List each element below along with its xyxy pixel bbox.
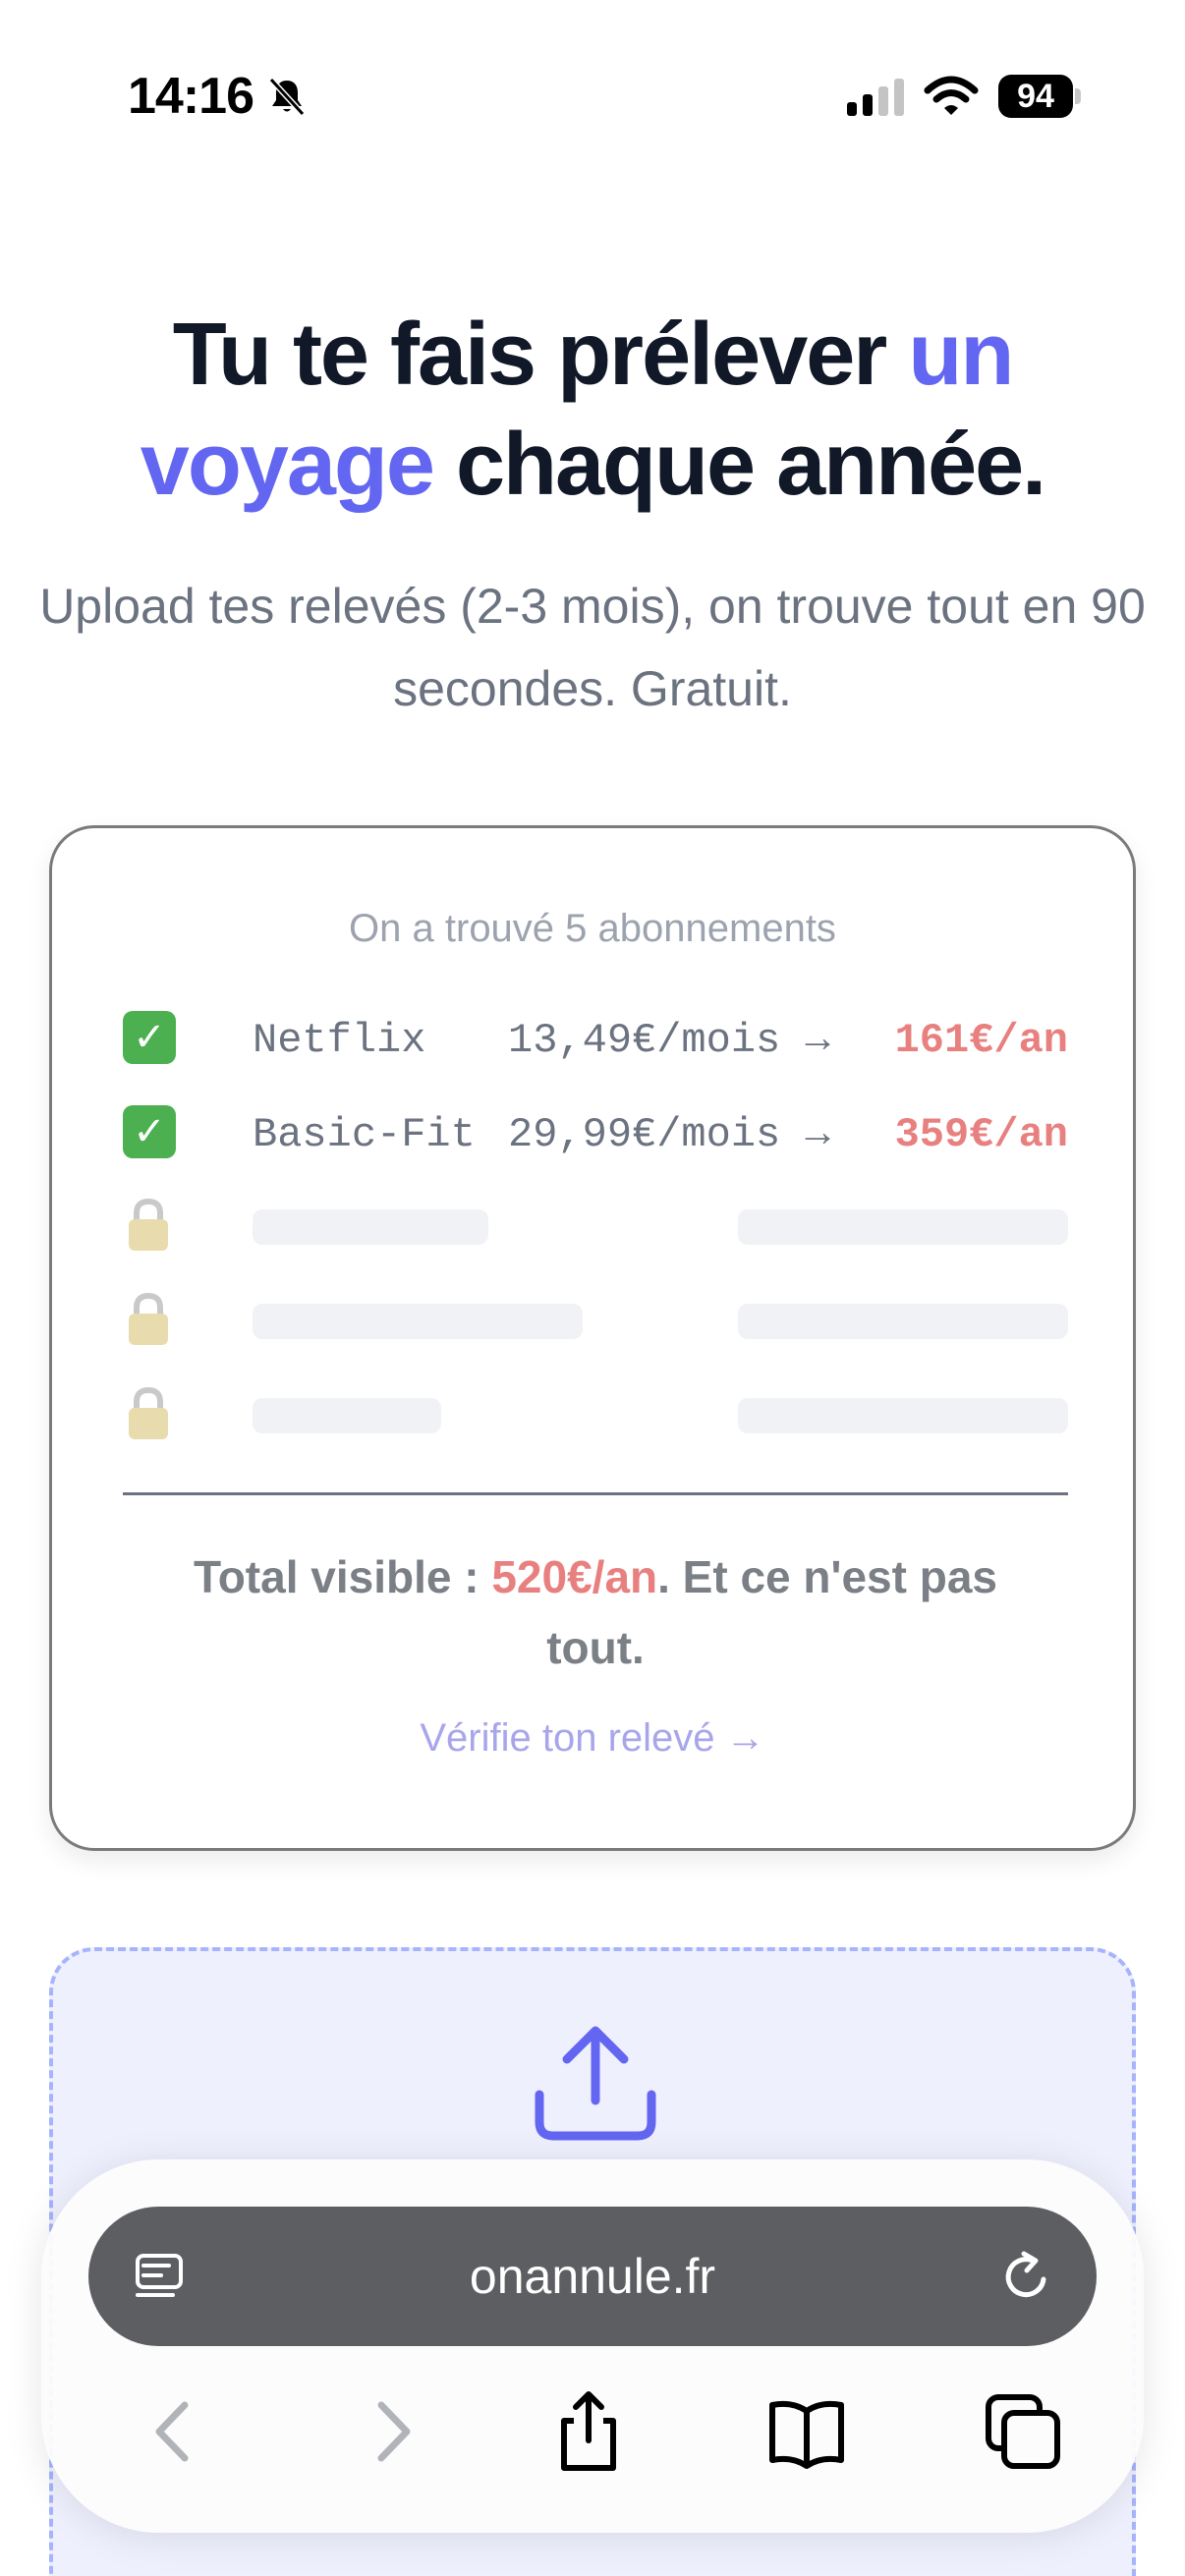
check-icon: ✓ bbox=[123, 1105, 176, 1158]
total-amount: 520€/an bbox=[491, 1551, 658, 1602]
total-text: Total visible : 520€/an. Et ce n'est pas… bbox=[141, 1541, 1050, 1683]
subscriptions-card: On a trouvé 5 abonnements ✓ Netflix 13,4… bbox=[49, 825, 1136, 1851]
service-name: Basic-Fit bbox=[253, 1111, 476, 1158]
yearly-price: 161€/an bbox=[894, 1017, 1068, 1064]
share-icon[interactable] bbox=[544, 2387, 633, 2476]
headline-accent2: voyage bbox=[140, 416, 435, 514]
skeleton-price bbox=[738, 1209, 1068, 1245]
check-icon: ✓ bbox=[123, 1011, 176, 1064]
status-bar: 14:16 94 bbox=[0, 0, 1185, 187]
locked-row bbox=[123, 1198, 1068, 1257]
locked-row bbox=[123, 1386, 1068, 1445]
skeleton-price bbox=[738, 1304, 1068, 1339]
url-text: onannule.fr bbox=[469, 2249, 716, 2304]
yearly-price: 359€/an bbox=[894, 1111, 1068, 1158]
headline-part1: Tu te fais prélever bbox=[172, 306, 909, 404]
hero-headline: Tu te fais prélever un voyage chaque anné… bbox=[59, 300, 1126, 520]
headline-part2: chaque année. bbox=[432, 416, 1046, 514]
subscription-row: ✓ Basic-Fit 29,99€/mois → 359€/an bbox=[123, 1103, 1068, 1162]
skeleton-name bbox=[253, 1398, 441, 1433]
battery-level: 94 bbox=[998, 75, 1073, 118]
page: 14:16 94 Tu te fais prélever un voyage ch… bbox=[0, 0, 1185, 2576]
locked-row bbox=[123, 1292, 1068, 1351]
monthly-price: 29,99€/mois → bbox=[508, 1111, 830, 1158]
card-header: On a trouvé 5 abonnements bbox=[349, 907, 836, 950]
reload-icon[interactable] bbox=[1000, 2250, 1053, 2303]
skeleton-name bbox=[253, 1209, 488, 1245]
verify-link[interactable]: Vérifie ton relevé → bbox=[52, 1716, 1133, 1761]
back-icon[interactable] bbox=[130, 2387, 218, 2476]
cellular-signal-icon bbox=[847, 79, 904, 116]
lock-icon bbox=[129, 1386, 168, 1439]
lock-icon bbox=[129, 1292, 168, 1345]
address-bar[interactable]: onannule.fr bbox=[88, 2207, 1097, 2346]
wifi-icon bbox=[924, 76, 979, 115]
tabs-icon[interactable] bbox=[979, 2387, 1067, 2476]
hero-subhead: Upload tes relevés (2-3 mois), on trouve… bbox=[39, 579, 1146, 716]
headline-accent1: un bbox=[908, 306, 1014, 404]
monthly-price: 13,49€/mois → bbox=[508, 1017, 830, 1064]
total-label: Total visible : bbox=[194, 1551, 492, 1602]
bookmarks-icon[interactable] bbox=[762, 2387, 851, 2476]
service-name: Netflix bbox=[253, 1017, 426, 1064]
bell-slash-icon bbox=[268, 77, 306, 117]
card-divider bbox=[123, 1492, 1068, 1495]
upload-icon bbox=[535, 2026, 656, 2141]
lock-icon bbox=[129, 1198, 168, 1251]
skeleton-name bbox=[253, 1304, 583, 1339]
status-time: 14:16 bbox=[128, 68, 254, 125]
skeleton-price bbox=[738, 1398, 1068, 1433]
battery-icon: 94 bbox=[998, 75, 1081, 118]
subscription-row: ✓ Netflix 13,49€/mois → 161€/an bbox=[123, 1009, 1068, 1068]
browser-toolbar: onannule.fr bbox=[41, 2159, 1144, 2533]
forward-icon[interactable] bbox=[348, 2387, 436, 2476]
